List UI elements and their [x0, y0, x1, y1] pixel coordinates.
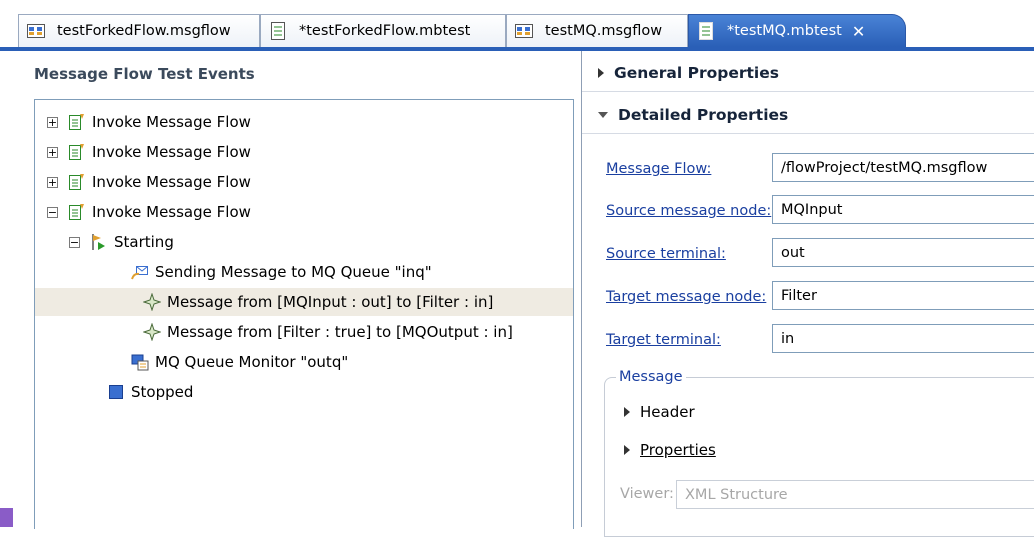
- properties-label: Properties: [640, 441, 716, 459]
- msgflow-icon: [515, 24, 533, 38]
- divider: [582, 133, 1034, 134]
- viewer-select[interactable]: XML Structure: [676, 480, 1034, 509]
- tree-item[interactable]: Message from [MQInput : out] to [Filter …: [35, 288, 573, 316]
- start-flag-icon: [92, 234, 105, 250]
- tab-testmq-mbtest[interactable]: *testMQ.mbtest ✕: [688, 14, 906, 47]
- tree-item-label: Invoke Message Flow: [92, 113, 251, 131]
- tab-testforkedflow-mbtest[interactable]: *testForkedFlow.mbtest: [260, 14, 506, 47]
- message-group-label: Message: [616, 369, 686, 385]
- divider: [582, 91, 1034, 92]
- source-message-node-link[interactable]: Source message node:: [606, 203, 771, 219]
- tree-item-label: Starting: [114, 233, 174, 251]
- decorative-strip: [0, 508, 13, 527]
- tree-item-label: Invoke Message Flow: [92, 203, 251, 221]
- message-event-icon: [143, 293, 161, 311]
- events-tree[interactable]: + Invoke Message Flow + Invoke Message F…: [34, 99, 574, 529]
- collapse-arrow-icon[interactable]: [598, 112, 608, 118]
- collapse-icon[interactable]: −: [47, 206, 58, 218]
- tree-item-label: Stopped: [131, 383, 194, 401]
- expand-icon[interactable]: +: [47, 176, 58, 188]
- tree-item-label: MQ Queue Monitor "outq": [155, 353, 349, 371]
- collapse-icon[interactable]: −: [69, 236, 80, 248]
- expand-arrow-icon[interactable]: [624, 445, 630, 455]
- header-node[interactable]: Header: [624, 403, 695, 421]
- message-event-icon: [143, 323, 161, 341]
- msgflow-icon: [27, 24, 45, 38]
- expand-arrow-icon[interactable]: [598, 68, 604, 78]
- header-label: Header: [640, 403, 695, 421]
- invoke-flow-icon: [69, 174, 84, 190]
- mbtest-icon: [699, 22, 713, 40]
- tree-item[interactable]: Sending Message to MQ Queue "inq": [131, 258, 432, 286]
- tree-item[interactable]: + Invoke Message Flow: [47, 138, 251, 166]
- tree-item[interactable]: + Invoke Message Flow: [47, 168, 251, 196]
- target-terminal-link[interactable]: Target terminal:: [606, 332, 721, 348]
- mbtest-icon: [271, 22, 285, 40]
- tree-item[interactable]: Message from [Filter : true] to [MQOutpu…: [143, 318, 513, 346]
- tab-testforkedflow-msgflow[interactable]: testForkedFlow.msgflow: [18, 14, 260, 47]
- expand-icon[interactable]: +: [47, 116, 58, 128]
- message-flow-field[interactable]: /flowProject/testMQ.msgflow: [772, 153, 1034, 182]
- tree-item-label: Message from [Filter : true] to [MQOutpu…: [167, 323, 513, 341]
- expand-arrow-icon[interactable]: [624, 407, 630, 417]
- tree-item-label: Message from [MQInput : out] to [Filter …: [167, 293, 494, 311]
- stop-icon: [109, 385, 123, 399]
- expand-icon[interactable]: +: [47, 146, 58, 158]
- queue-monitor-icon: [131, 354, 149, 371]
- target-terminal-field[interactable]: in: [772, 324, 1034, 353]
- invoke-flow-icon: [69, 144, 84, 160]
- invoke-flow-icon: [69, 114, 84, 130]
- panel-title: Message Flow Test Events: [34, 65, 255, 83]
- detailed-properties-section[interactable]: Detailed Properties: [598, 106, 788, 124]
- invoke-flow-icon: [69, 204, 84, 220]
- section-title: General Properties: [614, 64, 779, 82]
- source-terminal-link[interactable]: Source terminal:: [606, 246, 726, 262]
- tab-label: *testMQ.mbtest: [727, 23, 842, 39]
- tree-item-label: Invoke Message Flow: [92, 173, 251, 191]
- target-message-node-field[interactable]: Filter: [772, 281, 1034, 310]
- target-message-node-link[interactable]: Target message node:: [606, 289, 766, 305]
- general-properties-section[interactable]: General Properties: [598, 64, 779, 82]
- tab-label: testMQ.msgflow: [545, 23, 663, 39]
- test-events-panel: Message Flow Test Events + Invoke Messag…: [20, 51, 582, 529]
- properties-node[interactable]: Properties: [624, 441, 716, 459]
- tree-item[interactable]: − Invoke Message Flow: [47, 198, 251, 226]
- tab-label: *testForkedFlow.mbtest: [299, 23, 471, 39]
- tree-item[interactable]: + Invoke Message Flow: [47, 108, 251, 136]
- tab-testmq-msgflow[interactable]: testMQ.msgflow: [506, 14, 688, 47]
- editor-tab-bar: testForkedFlow.msgflow *testForkedFlow.m…: [0, 0, 1034, 58]
- send-message-icon: [131, 266, 148, 280]
- close-icon[interactable]: ✕: [852, 22, 865, 41]
- tree-item[interactable]: Stopped: [107, 378, 193, 406]
- tree-item-label: Invoke Message Flow: [92, 143, 251, 161]
- tree-item[interactable]: MQ Queue Monitor "outq": [131, 348, 348, 376]
- tree-item[interactable]: − Starting: [69, 228, 174, 256]
- properties-panel: General Properties Detailed Properties M…: [582, 51, 1034, 537]
- section-title: Detailed Properties: [618, 106, 789, 124]
- source-terminal-field[interactable]: out: [772, 238, 1034, 267]
- tree-item-label: Sending Message to MQ Queue "inq": [155, 263, 432, 281]
- viewer-label: Viewer:: [620, 486, 674, 502]
- source-message-node-field[interactable]: MQInput: [772, 195, 1034, 224]
- message-flow-link[interactable]: Message Flow:: [606, 161, 711, 177]
- tab-label: testForkedFlow.msgflow: [57, 23, 231, 39]
